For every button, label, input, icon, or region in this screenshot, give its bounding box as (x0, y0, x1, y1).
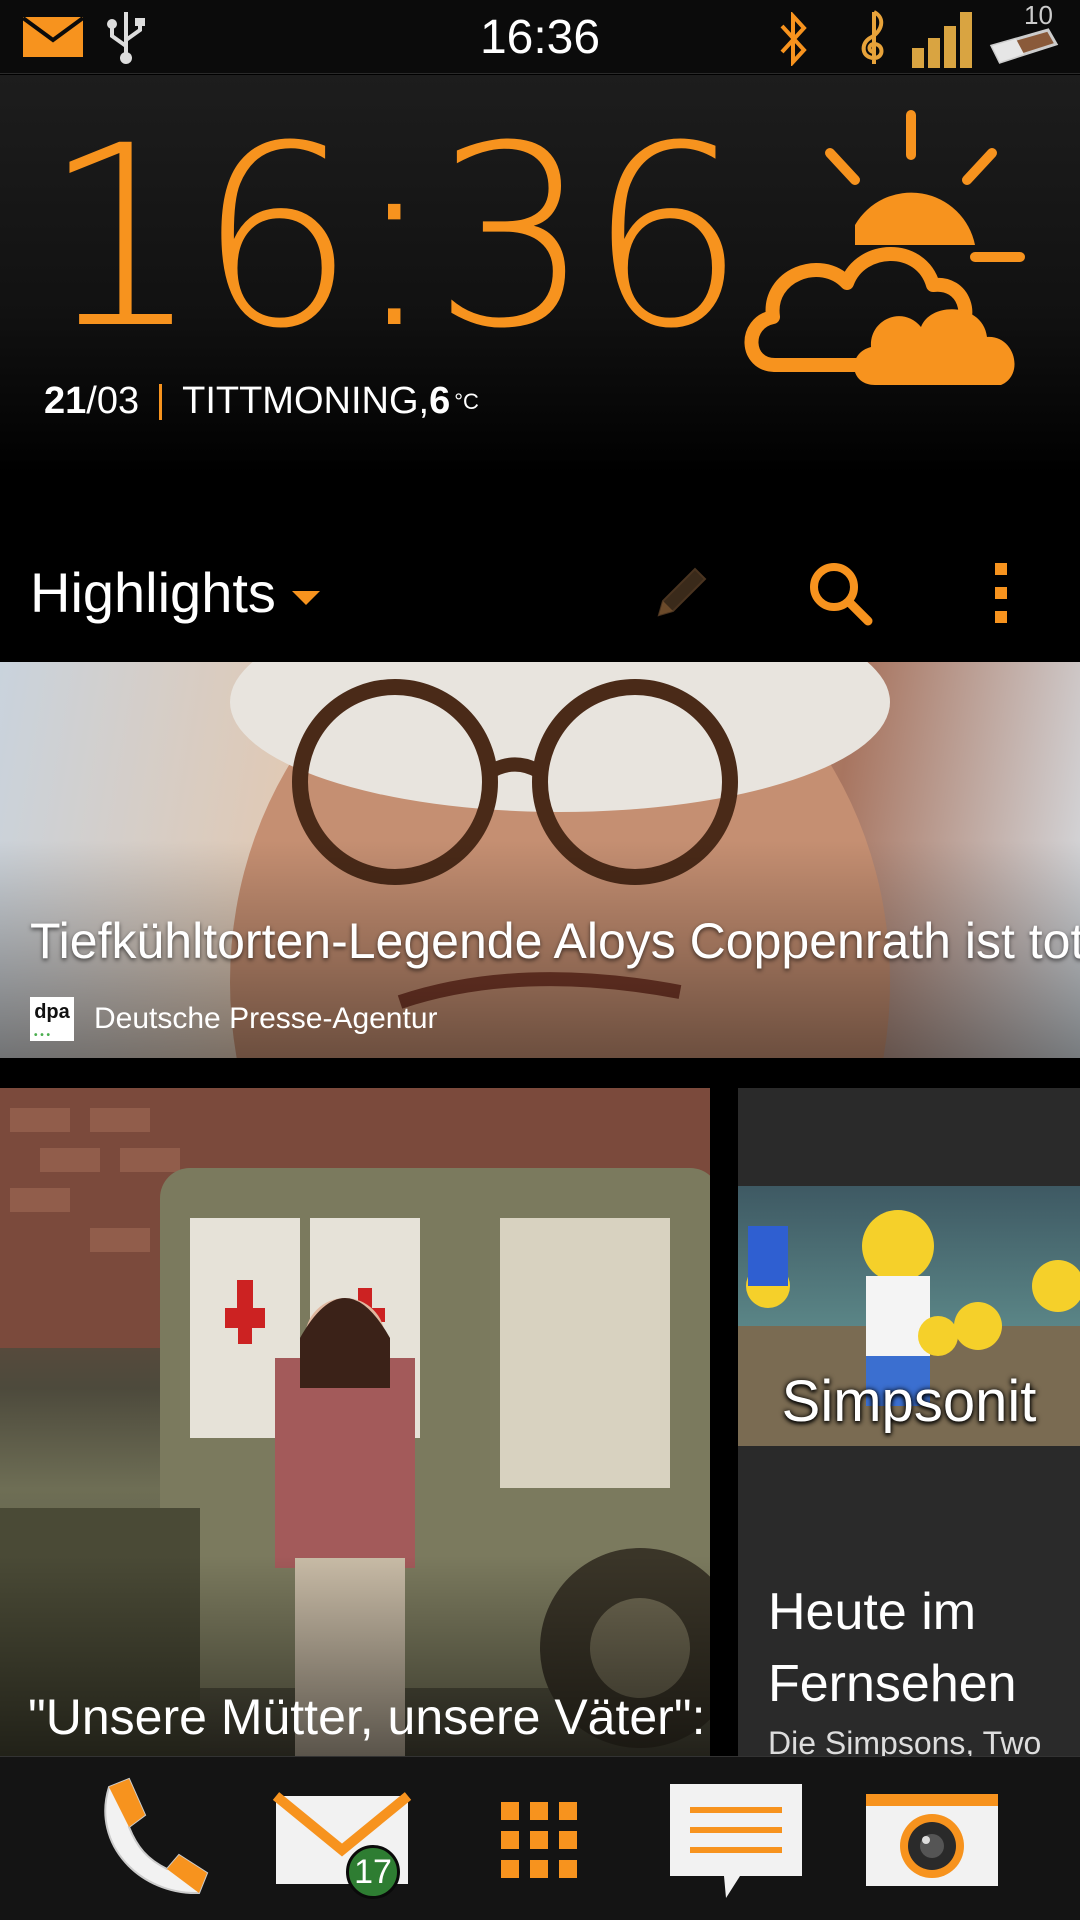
news-card-right[interactable]: Simpsonit Heute im Fernsehen Die Simpson… (738, 1088, 1080, 1756)
app-drawer-icon (501, 1801, 577, 1883)
news-source-name: Deutsche Presse-Agentur (94, 1002, 438, 1035)
app-drawer-button[interactable] (459, 1777, 619, 1907)
highlights-header: Highlights (0, 520, 1080, 660)
chevron-down-icon (291, 590, 320, 605)
news-card-left-title: "Unsere Mütter, unsere Väter": (28, 1689, 706, 1745)
location: TITTMONING, (182, 380, 430, 422)
edit-button[interactable] (636, 550, 726, 640)
mail-button[interactable]: 17 (262, 1777, 422, 1907)
highlights-title: Highlights (30, 561, 276, 624)
news-source: dpa Deutsche Presse-Agentur (30, 997, 438, 1041)
camera-icon (864, 1792, 1000, 1893)
date-day: 21 (44, 380, 87, 422)
highlights-dropdown[interactable]: Highlights (30, 560, 320, 625)
clock-weather-widget[interactable]: 16:36 21 /03 TITTMONING, 6 °C (0, 75, 1080, 475)
messages-button[interactable] (656, 1777, 816, 1907)
search-icon (806, 559, 874, 632)
overflow-menu-icon (991, 561, 1011, 630)
search-button[interactable] (795, 550, 885, 640)
partly-cloudy-icon[interactable] (735, 105, 1035, 400)
overflow-menu-button[interactable] (956, 550, 1046, 640)
clock-time[interactable]: 16:36 (42, 113, 746, 363)
phone-button[interactable] (66, 1777, 226, 1907)
phone-icon (81, 1775, 211, 1910)
news-card-left[interactable]: "Unsere Mütter, unsere Väter": (0, 1088, 710, 1756)
bluetooth-icon (778, 10, 808, 71)
status-bar: 16:36 10 (0, 0, 1080, 74)
news-card-top[interactable]: Tiefkühltorten-Legende Aloys Coppenrath … (0, 662, 1080, 1058)
news-headline: Tiefkühltorten-Legende Aloys Coppenrath … (30, 913, 1080, 969)
temperature-unit: °C (454, 388, 479, 414)
date-location-line: 21 /03 TITTMONING, 6 °C (44, 380, 479, 423)
card-shade (0, 1088, 710, 1756)
dpa-logo: dpa (30, 997, 74, 1041)
camera-button[interactable] (852, 1777, 1012, 1907)
news-card-right-subtitle: Die Simpsons, Two (768, 1725, 1042, 1756)
messages-icon (666, 1780, 806, 1905)
news-card-right-title: Heute im Fernsehen (768, 1583, 1017, 1713)
temperature: 6 (429, 380, 451, 422)
music-note-icon (856, 8, 890, 71)
date-separator (159, 383, 163, 420)
pencil-icon (649, 561, 713, 630)
date-month: /03 (86, 380, 140, 422)
volume-icon (910, 4, 982, 75)
mail-badge: 17 (346, 1845, 400, 1899)
tv-thumbnail-label: Simpsonit (781, 1369, 1037, 1434)
battery-level: 10 (1024, 0, 1053, 30)
dock: 17 (0, 1756, 1080, 1920)
